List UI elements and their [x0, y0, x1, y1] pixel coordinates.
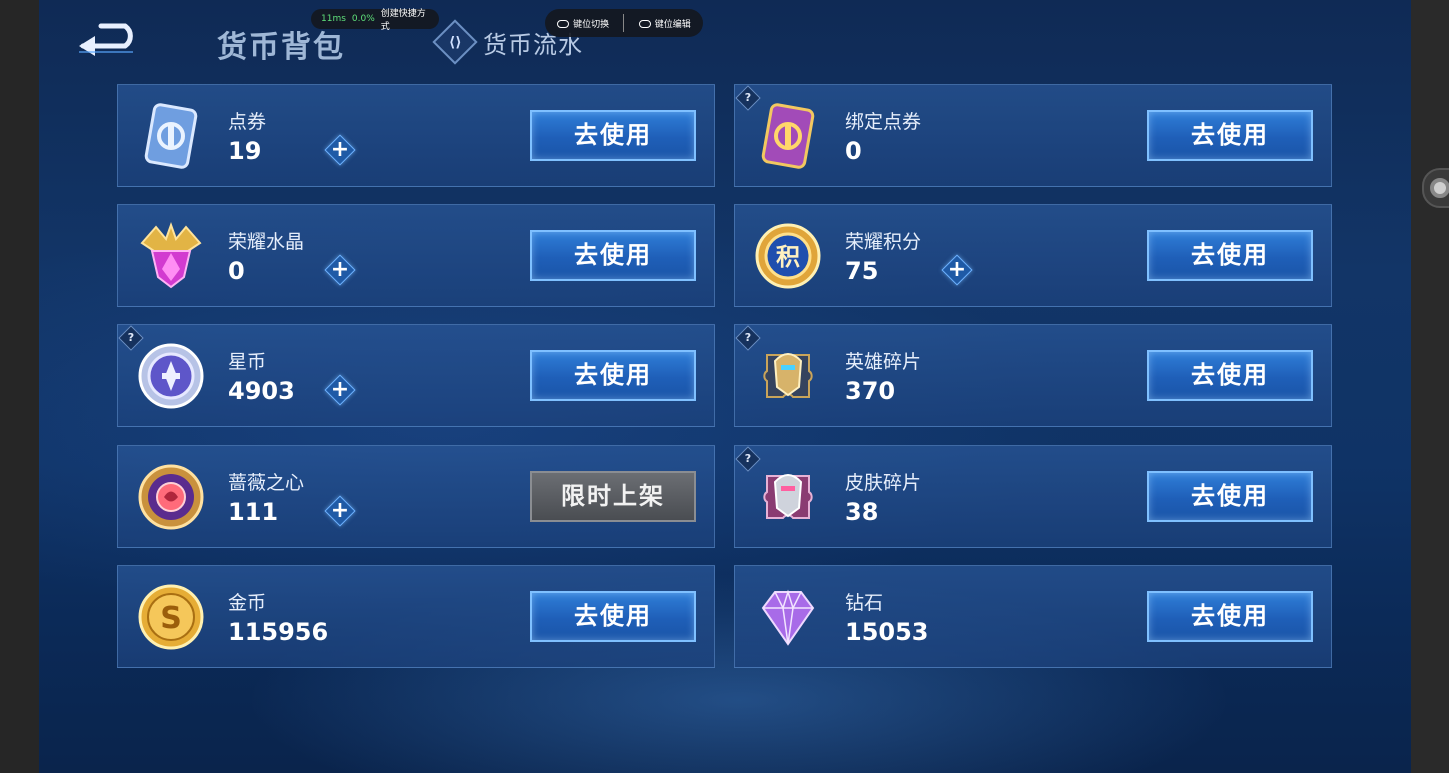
use-button[interactable]: 去使用: [1147, 110, 1313, 161]
currency-card: ? 绑定点券 0 去使用: [734, 84, 1332, 187]
skin-fragment-icon: [753, 462, 823, 532]
key-switch-button[interactable]: 键位切换: [557, 17, 609, 30]
back-button[interactable]: [75, 22, 143, 58]
currency-name: 金币: [228, 592, 267, 614]
currency-name: 皮肤碎片: [845, 472, 922, 494]
use-button[interactable]: 去使用: [1147, 591, 1313, 642]
svg-text:积: 积: [776, 243, 800, 271]
currency-count: 15053: [845, 618, 929, 646]
window-frame-left: [0, 0, 39, 773]
currency-card: ? 英雄碎片 370 去使用: [734, 324, 1332, 427]
currency-count: 19: [228, 137, 262, 165]
rose-heart-icon: [136, 462, 206, 532]
currency-name: 英雄碎片: [845, 351, 922, 373]
currency-name: 蔷薇之心: [228, 472, 305, 494]
keymap-overlay: 键位切换 键位编辑: [545, 9, 703, 37]
gear-icon: [1430, 178, 1449, 198]
latency-value: 11ms: [321, 14, 346, 24]
diamond-icon: [753, 582, 823, 652]
currency-count: 0: [845, 137, 862, 165]
currency-count: 111: [228, 498, 279, 526]
add-currency-button[interactable]: +: [941, 254, 973, 286]
currency-card: 钻石 15053 去使用: [734, 565, 1332, 668]
back-arrow-icon: [79, 23, 133, 56]
currency-card: 蔷薇之心 111 + 限时上架: [117, 445, 715, 548]
currency-count: 370: [845, 377, 896, 405]
window-frame-right: [1411, 0, 1449, 773]
plus-glyph: +: [947, 257, 967, 282]
add-currency-button[interactable]: +: [324, 254, 356, 286]
use-button[interactable]: 去使用: [530, 591, 696, 642]
create-shortcut-link[interactable]: 创建快捷方式: [381, 6, 429, 32]
glory-points-icon: 积: [753, 221, 823, 291]
divider: [623, 14, 625, 32]
use-button[interactable]: 去使用: [1147, 471, 1313, 522]
currency-count: 38: [845, 498, 879, 526]
svg-text:S: S: [160, 601, 182, 636]
add-currency-button[interactable]: +: [324, 134, 356, 166]
currency-name: 点券: [228, 111, 267, 133]
limited-time-button[interactable]: 限时上架: [530, 471, 696, 522]
use-button[interactable]: 去使用: [530, 110, 696, 161]
plus-glyph: +: [330, 137, 350, 162]
use-button[interactable]: 去使用: [1147, 230, 1313, 281]
plus-glyph: +: [330, 498, 350, 523]
glory-crystal-icon: [136, 221, 206, 291]
loss-value: 0.0%: [351, 14, 375, 24]
plus-glyph: +: [330, 377, 350, 402]
currency-card: 荣耀水晶 0 + 去使用: [117, 204, 715, 307]
currency-name: 钻石: [845, 592, 884, 614]
bound-voucher-icon: [753, 101, 823, 171]
add-currency-button[interactable]: +: [324, 495, 356, 527]
gold-coin-icon: S: [136, 582, 206, 652]
use-button[interactable]: 去使用: [530, 350, 696, 401]
currency-card: 点券 19 + 去使用: [117, 84, 715, 187]
currency-count: 115956: [228, 618, 329, 646]
hero-fragment-icon: [753, 341, 823, 411]
plus-glyph: +: [330, 257, 350, 282]
currency-name: 荣耀积分: [845, 231, 922, 253]
use-button[interactable]: 去使用: [530, 230, 696, 281]
currency-count: 4903: [228, 377, 295, 405]
gamepad-icon: [557, 20, 570, 28]
side-menu-handle[interactable]: [1422, 168, 1449, 208]
currency-name: 星币: [228, 351, 267, 373]
currency-card: ? 皮肤碎片 38 去使用: [734, 445, 1332, 548]
currency-count: 75: [845, 257, 879, 285]
key-edit-label: 键位编辑: [654, 19, 691, 30]
currency-count: 0: [228, 257, 245, 285]
performance-overlay: 11ms 0.0% 创建快捷方式: [311, 6, 439, 32]
voucher-icon: [136, 101, 206, 171]
game-viewport: 货币背包 ⟨⟩ 货币流水 11ms 0.0% 创建快捷方式 键位切换 键位编辑 …: [39, 0, 1411, 773]
currency-card: 积 荣耀积分 75 + 去使用: [734, 204, 1332, 307]
currency-name: 绑定点券: [845, 111, 922, 133]
key-edit-button[interactable]: 键位编辑: [638, 17, 691, 30]
currency-name: 荣耀水晶: [228, 231, 305, 253]
star-coin-icon: [136, 341, 206, 411]
gamepad-icon: [638, 20, 651, 28]
currency-card: S 金币 115956 去使用: [117, 565, 715, 668]
currency-card: ? 星币 4903 + 去使用: [117, 324, 715, 427]
add-currency-button[interactable]: +: [324, 374, 356, 406]
exchange-icon: ⟨⟩: [432, 19, 478, 65]
key-switch-label: 键位切换: [573, 19, 610, 30]
use-button[interactable]: 去使用: [1147, 350, 1313, 401]
